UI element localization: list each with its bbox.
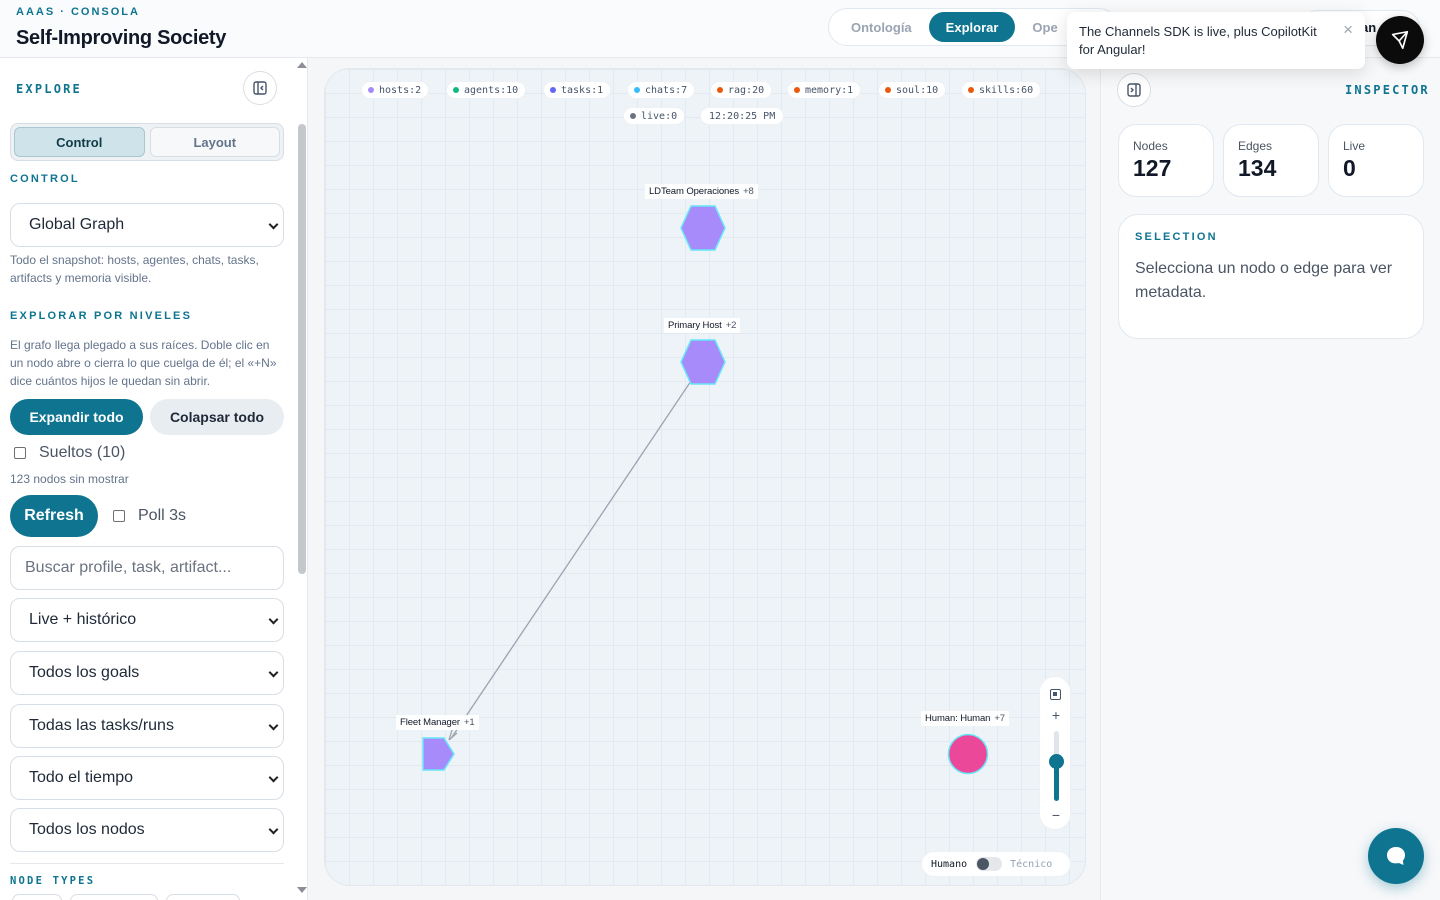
poll-checkbox[interactable] bbox=[113, 510, 125, 522]
node-types-heading: NODE TYPES bbox=[10, 875, 96, 887]
scroll-thumb[interactable] bbox=[298, 124, 306, 574]
selection-placeholder: Selecciona un nodo o edge para ver metad… bbox=[1135, 260, 1393, 301]
stat-card-live: Live 0 bbox=[1328, 124, 1424, 197]
announcement-toast: The Channels SDK is live, plus CopilotKi… bbox=[1067, 12, 1365, 69]
chevron-down-icon bbox=[268, 772, 279, 783]
graph-help-text: Todo el snapshot: hosts, agentes, chats,… bbox=[10, 253, 259, 285]
nodes-filter-value: Todos los nodos bbox=[29, 821, 145, 838]
scroll-down-arrow[interactable] bbox=[297, 887, 307, 893]
edge-primary-host-fleet-manager[interactable] bbox=[451, 380, 692, 738]
goals-filter-select[interactable]: Todos los goals bbox=[10, 651, 284, 695]
sidebar-divider bbox=[10, 863, 284, 864]
tab-operar[interactable]: Ope bbox=[1015, 12, 1074, 42]
loose-checkbox[interactable] bbox=[14, 447, 26, 459]
zoom-out-button[interactable]: − bbox=[1040, 807, 1072, 823]
node-label-ldteam: LDTeam Operaciones +8 bbox=[645, 184, 758, 199]
history-filter-select[interactable]: Live + histórico bbox=[10, 598, 284, 642]
graph-canvas[interactable]: hosts:2 agents:10 tasks:1 chats:7 rag:20… bbox=[324, 68, 1086, 886]
chevron-down-icon bbox=[268, 667, 279, 678]
close-icon[interactable]: × bbox=[1343, 21, 1353, 39]
stat-card-nodes: Nodes 127 bbox=[1118, 124, 1214, 197]
stat-live-label: Live bbox=[1343, 139, 1366, 153]
collapse-sidebar-button[interactable] bbox=[243, 71, 277, 105]
zoom-in-button[interactable]: + bbox=[1040, 707, 1072, 723]
node-label-fleet-manager: Fleet Manager +1 bbox=[396, 715, 479, 730]
copilot-launcher-button[interactable] bbox=[1376, 16, 1424, 64]
chevron-down-icon bbox=[268, 824, 279, 835]
loose-label: Sueltos (10) bbox=[39, 444, 126, 461]
stat-edges-value: 134 bbox=[1238, 155, 1277, 181]
loose-nodes-toggle[interactable]: Sueltos (10) bbox=[14, 444, 125, 462]
poll-toggle[interactable]: Poll 3s bbox=[113, 507, 186, 525]
node-human[interactable] bbox=[946, 732, 990, 776]
page-title: Self-Improving Society bbox=[16, 27, 227, 49]
zoom-slider[interactable] bbox=[1049, 731, 1064, 801]
refresh-button[interactable]: Refresh bbox=[10, 495, 98, 537]
levels-help-text: El grafo llega plegado a sus raíces. Dob… bbox=[10, 338, 277, 388]
collapse-all-button[interactable]: Colapsar todo bbox=[150, 399, 284, 435]
tab-explorar[interactable]: Explorar bbox=[928, 12, 1016, 42]
time-filter-value: Todo el tiempo bbox=[29, 769, 134, 786]
levels-heading: EXPLORAR POR NIVELES bbox=[10, 310, 193, 322]
node-type-chip[interactable] bbox=[70, 894, 158, 900]
mode-human-label: Humano bbox=[931, 858, 968, 870]
stat-nodes-label: Nodes bbox=[1133, 139, 1168, 153]
mode-technical-label: Técnico bbox=[1010, 858, 1053, 870]
graph-select[interactable]: Global Graph bbox=[10, 203, 284, 247]
zoom-control: + − bbox=[1039, 676, 1071, 830]
chevron-down-icon bbox=[268, 614, 279, 625]
node-type-chip[interactable] bbox=[12, 894, 62, 900]
nodes-filter-select[interactable]: Todos los nodos bbox=[10, 808, 284, 852]
scroll-up-arrow[interactable] bbox=[297, 62, 307, 68]
hidden-nodes-text: 123 nodos sin mostrar bbox=[10, 472, 129, 486]
control-layout-toggle: Control Layout bbox=[10, 123, 284, 161]
node-label-human: Human: Human +7 bbox=[921, 711, 1009, 726]
history-filter-value: Live + histórico bbox=[29, 611, 137, 628]
chat-bubble-icon bbox=[1387, 847, 1405, 865]
stat-live-value: 0 bbox=[1343, 155, 1356, 181]
brand-eyebrow: AAAS · CONSOLA bbox=[16, 6, 140, 18]
control-heading: CONTROL bbox=[10, 173, 80, 185]
explore-sidebar: EXPLORE Control Layout CONTROL Global Gr… bbox=[0, 58, 308, 900]
toast-message: The Channels SDK is live, plus CopilotKi… bbox=[1079, 24, 1317, 57]
node-fleet-manager[interactable] bbox=[420, 735, 458, 773]
search-input[interactable]: Buscar profile, task, artifact... bbox=[10, 546, 284, 590]
sidebar-scrollbar[interactable] bbox=[296, 58, 307, 900]
segment-control[interactable]: Control bbox=[14, 127, 145, 157]
fit-view-icon[interactable] bbox=[1050, 689, 1061, 700]
panel-toggle-icon bbox=[1127, 83, 1141, 97]
segment-layout[interactable]: Layout bbox=[149, 127, 280, 157]
selection-card: SELECTION Selecciona un nodo o edge para… bbox=[1118, 214, 1424, 339]
graph-select-value: Global Graph bbox=[29, 216, 125, 233]
expand-all-button[interactable]: Expandir todo bbox=[10, 399, 143, 435]
node-type-chip[interactable] bbox=[166, 894, 240, 900]
node-ldteam-operaciones[interactable] bbox=[679, 204, 727, 252]
node-label-primary-host: Primary Host +2 bbox=[664, 318, 741, 333]
stat-nodes-value: 127 bbox=[1133, 155, 1172, 181]
stat-edges-label: Edges bbox=[1238, 139, 1273, 153]
chat-launcher-button[interactable] bbox=[1368, 828, 1424, 884]
mode-switch[interactable] bbox=[976, 857, 1003, 871]
tasks-filter-select[interactable]: Todas las tasks/runs bbox=[10, 704, 284, 748]
paper-plane-icon bbox=[1391, 30, 1409, 50]
view-mode-toggle[interactable]: Humano Técnico bbox=[921, 851, 1071, 877]
poll-label: Poll 3s bbox=[138, 507, 187, 524]
chevron-down-icon bbox=[268, 720, 279, 731]
mode-switch-knob bbox=[977, 858, 990, 870]
goals-filter-value: Todos los goals bbox=[29, 664, 140, 681]
inspector-panel: INSPECTOR Nodes 127 Edges 134 Live 0 SEL… bbox=[1100, 58, 1440, 900]
collapse-inspector-button[interactable] bbox=[1117, 73, 1151, 107]
zoom-slider-knob[interactable] bbox=[1049, 754, 1064, 770]
sidebar-title: EXPLORE bbox=[16, 82, 82, 96]
chevron-down-icon bbox=[268, 219, 279, 230]
time-filter-select[interactable]: Todo el tiempo bbox=[10, 756, 284, 800]
tab-ontologia[interactable]: Ontología bbox=[834, 12, 929, 42]
tasks-filter-value: Todas las tasks/runs bbox=[29, 717, 174, 734]
stat-card-edges: Edges 134 bbox=[1223, 124, 1319, 197]
inspector-title: INSPECTOR bbox=[1345, 83, 1430, 97]
selection-title: SELECTION bbox=[1135, 231, 1218, 243]
node-primary-host[interactable] bbox=[679, 338, 727, 386]
sidebar-toggle-icon bbox=[253, 81, 267, 95]
